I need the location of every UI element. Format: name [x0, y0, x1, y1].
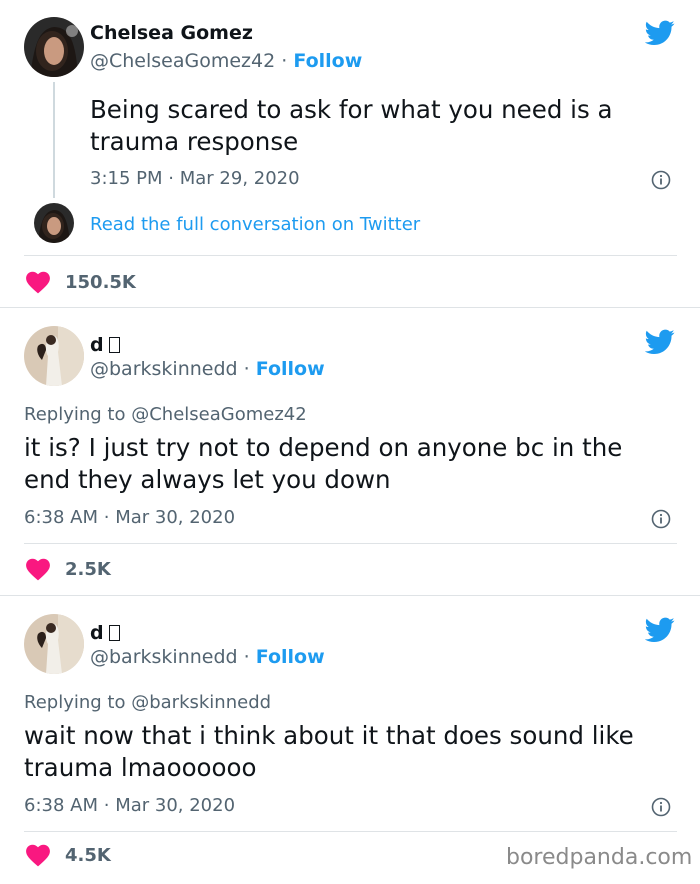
replying-to-label: Replying to	[24, 404, 126, 425]
follow-button[interactable]: Follow	[256, 358, 325, 380]
replying-to-mention[interactable]: @ChelseaGomez42	[131, 404, 306, 425]
heart-icon	[26, 844, 50, 867]
tweet-reply-2: d @barkskinnedd · Follow Replying to @ba…	[0, 596, 700, 884]
separator-dot: ·	[168, 168, 174, 189]
follow-button[interactable]: Follow	[256, 646, 325, 668]
tweet-text: it is? I just try not to depend on anyon…	[24, 432, 622, 496]
like-button[interactable]: 2.5K	[25, 557, 111, 581]
like-count: 150.5K	[65, 271, 136, 293]
info-icon[interactable]	[651, 509, 671, 529]
replying-to-mention[interactable]: @barkskinnedd	[131, 692, 271, 713]
divider	[24, 255, 677, 256]
heart-icon	[26, 271, 50, 294]
avatar[interactable]	[24, 17, 84, 77]
timestamp[interactable]: 3:15 PM · Mar 29, 2020	[90, 168, 300, 189]
tweet-date: Mar 30, 2020	[115, 795, 236, 816]
tweet-time: 6:38 AM	[24, 507, 98, 528]
handle-line: @barkskinnedd · Follow	[90, 358, 325, 380]
thread-line	[53, 82, 55, 198]
tweet-time: 6:38 AM	[24, 795, 98, 816]
user-name[interactable]: Chelsea Gomez	[90, 22, 253, 44]
tweet-time: 3:15 PM	[90, 168, 163, 189]
user-handle[interactable]: @barkskinnedd	[90, 358, 238, 380]
tweet-text-line: wait now that i think about it that does…	[24, 721, 634, 750]
like-button[interactable]: 4.5K	[25, 843, 111, 867]
replying-to-label: Replying to	[24, 692, 126, 713]
handle-line: @barkskinnedd · Follow	[90, 646, 325, 668]
tweet-text-line: it is? I just try not to depend on anyon…	[24, 433, 623, 462]
tweet-text: Being scared to ask for what you need is…	[90, 94, 613, 158]
avatar[interactable]	[24, 614, 84, 674]
tweet-chelsea: Chelsea Gomez @ChelseaGomez42 · Follow B…	[0, 0, 700, 307]
like-count: 2.5K	[65, 558, 111, 580]
separator-dot: ·	[281, 50, 288, 72]
replying-to: Replying to @ChelseaGomez42	[24, 404, 307, 425]
divider	[24, 543, 677, 544]
tweet-date: Mar 30, 2020	[115, 507, 236, 528]
separator-dot: ·	[103, 507, 110, 528]
replying-to: Replying to @barkskinnedd	[24, 692, 271, 713]
missing-glyph-icon	[108, 625, 120, 641]
user-handle[interactable]: @ChelseaGomez42	[90, 50, 275, 72]
watermark: boredpanda.com	[506, 845, 693, 870]
handle-line: @ChelseaGomez42 · Follow	[90, 50, 362, 72]
missing-glyph-icon	[108, 337, 120, 353]
like-button[interactable]: 150.5K	[25, 270, 136, 294]
heart-icon	[26, 558, 50, 581]
tweet-text-line: trauma response	[90, 127, 299, 156]
read-full-conversation-link[interactable]: Read the full conversation on Twitter	[90, 214, 420, 235]
info-icon[interactable]	[651, 170, 671, 190]
user-handle[interactable]: @barkskinnedd	[90, 646, 238, 668]
tweet-text: wait now that i think about it that does…	[24, 720, 634, 784]
tweet-text-line: Being scared to ask for what you need is…	[90, 95, 613, 124]
timestamp[interactable]: 6:38 AM · Mar 30, 2020	[24, 507, 235, 528]
twitter-bird-icon[interactable]	[645, 20, 675, 46]
user-name-text: d	[90, 622, 104, 644]
like-count: 4.5K	[65, 844, 111, 866]
user-name-text: d	[90, 334, 104, 356]
separator-dot: ·	[103, 795, 110, 816]
timestamp[interactable]: 6:38 AM · Mar 30, 2020	[24, 795, 235, 816]
user-name[interactable]: d	[90, 334, 120, 356]
avatar[interactable]	[24, 326, 84, 386]
follow-button[interactable]: Follow	[293, 50, 362, 72]
separator-dot: ·	[243, 646, 250, 668]
tweet-date: Mar 29, 2020	[179, 168, 300, 189]
info-icon[interactable]	[651, 797, 671, 817]
tweet-text-line: end they always let you down	[24, 465, 391, 494]
avatar-small[interactable]	[34, 203, 74, 243]
user-name[interactable]: d	[90, 622, 120, 644]
twitter-bird-icon[interactable]	[645, 617, 675, 643]
tweet-reply-1: d @barkskinnedd · Follow Replying to @Ch…	[0, 308, 700, 595]
twitter-bird-icon[interactable]	[645, 329, 675, 355]
divider	[24, 831, 677, 832]
tweet-text-line: trauma lmaoooooo	[24, 753, 257, 782]
separator-dot: ·	[243, 358, 250, 380]
